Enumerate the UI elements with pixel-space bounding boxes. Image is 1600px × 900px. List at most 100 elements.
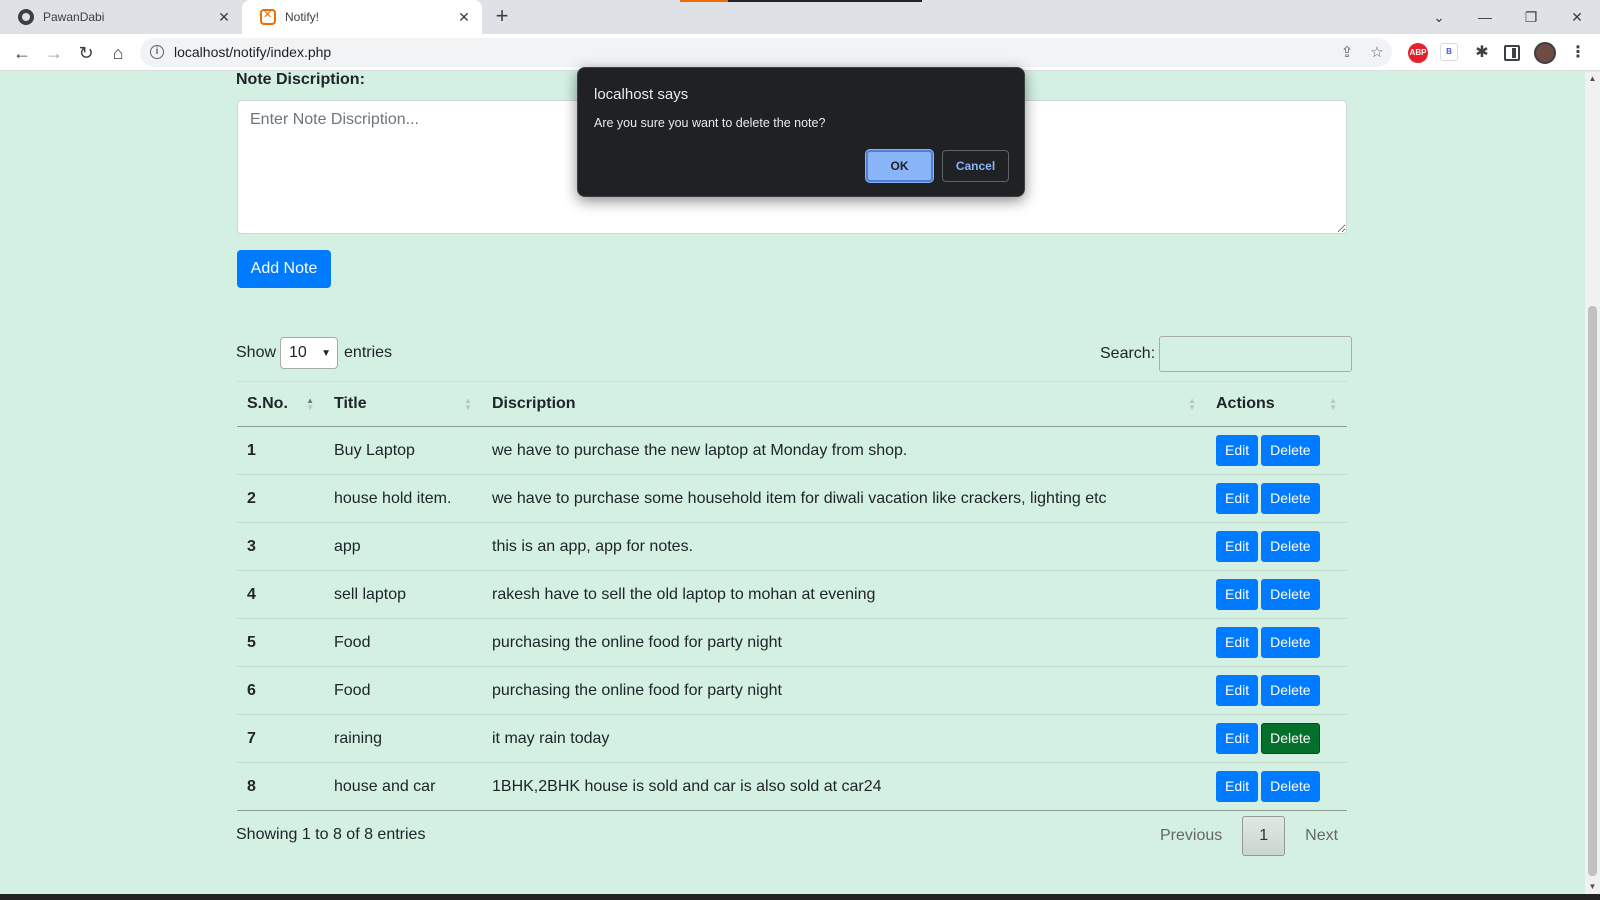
column-header-sno[interactable]: S.No. ▲ ▼ (237, 381, 324, 427)
edit-button[interactable]: Edit (1216, 675, 1259, 706)
profile-avatar[interactable] (1534, 42, 1556, 64)
row-description: rakesh have to sell the old laptop to mo… (482, 570, 1206, 619)
column-header-description[interactable]: Discription ▲ ▼ (482, 381, 1206, 427)
edit-button[interactable]: Edit (1216, 723, 1259, 754)
home-icon[interactable]: ⌂ (104, 39, 132, 67)
edit-button[interactable]: Edit (1216, 627, 1259, 658)
back-arrow-icon[interactable]: ← (8, 39, 36, 67)
row-title: sell laptop (324, 570, 482, 619)
delete-button[interactable]: Delete (1261, 579, 1320, 610)
confirm-dialog: localhost says Are you sure you want to … (577, 67, 1025, 197)
site-info-icon[interactable]: i (150, 45, 164, 59)
row-sno: 5 (237, 618, 324, 667)
side-panel-icon[interactable] (1504, 45, 1520, 61)
url-text: localhost/notify/index.php (174, 44, 332, 60)
dialog-cancel-button[interactable]: Cancel (942, 150, 1009, 182)
column-header-title[interactable]: Title ▲ ▼ (324, 381, 482, 427)
row-title: Buy Laptop (324, 426, 482, 475)
chevron-down-icon: ▼ (321, 347, 332, 359)
edit-button[interactable]: Edit (1216, 435, 1259, 466)
column-header-actions[interactable]: Actions ▲ ▼ (1206, 381, 1347, 427)
next-page-button[interactable]: Next (1289, 817, 1354, 855)
row-description: purchasing the online food for party nig… (482, 618, 1206, 667)
add-note-button[interactable]: Add Note (237, 250, 331, 288)
row-actions: Edit Delete (1206, 714, 1347, 763)
delete-button[interactable]: Delete (1261, 627, 1320, 658)
delete-button[interactable]: Delete (1261, 483, 1320, 514)
restore-icon[interactable]: ❐ (1516, 4, 1546, 30)
delete-button[interactable]: Delete (1261, 435, 1320, 466)
new-tab-plus-icon[interactable]: + (490, 5, 514, 29)
delete-button[interactable]: Delete (1261, 675, 1320, 706)
pagination: Previous 1 Next (1144, 816, 1354, 856)
edit-button[interactable]: Edit (1216, 771, 1259, 802)
row-description: purchasing the online food for party nig… (482, 666, 1206, 715)
github-icon (18, 9, 34, 25)
window-close-icon[interactable]: ✕ (1562, 4, 1592, 30)
row-actions: Edit Delete (1206, 474, 1347, 523)
scrollbar-thumb[interactable] (1588, 306, 1597, 876)
delete-button[interactable]: Delete (1261, 723, 1320, 754)
bookmark-star-icon[interactable]: ☆ (1366, 42, 1388, 64)
table-row: 1 Buy Laptop we have to purchase the new… (237, 426, 1347, 475)
edit-button[interactable]: Edit (1216, 531, 1259, 562)
delete-button[interactable]: Delete (1261, 771, 1320, 802)
entries-value: 10 (289, 344, 307, 361)
entries-per-page-select[interactable]: 10 ▼ (280, 337, 339, 369)
sort-arrows-icon: ▲ ▼ (306, 396, 314, 412)
note-description-label: Note Discription: (236, 71, 365, 88)
browser-tab-bar: PawanDabi ✕ Notify! ✕ + ⌄ — ❐ ✕ (0, 0, 1600, 34)
row-title: house and car (324, 762, 482, 811)
share-icon[interactable]: ⇪ (1336, 42, 1358, 64)
row-sno: 3 (237, 522, 324, 571)
delete-button[interactable]: Delete (1261, 531, 1320, 562)
row-actions: Edit Delete (1206, 522, 1347, 571)
edit-button[interactable]: Edit (1216, 483, 1259, 514)
row-actions: Edit Delete (1206, 426, 1347, 475)
table-row: 3 app this is an app, app for notes. Edi… (237, 522, 1347, 571)
extensions-puzzle-icon[interactable]: ✱ (1472, 43, 1492, 63)
table-row: 5 Food purchasing the online food for pa… (237, 618, 1347, 667)
row-title: Food (324, 666, 482, 715)
table-row: 6 Food purchasing the online food for pa… (237, 666, 1347, 715)
row-sno: 2 (237, 474, 324, 523)
minimize-icon[interactable]: — (1470, 4, 1500, 30)
sort-arrows-icon: ▲ ▼ (1188, 396, 1196, 412)
sort-arrows-icon: ▲ ▼ (464, 396, 472, 412)
show-label: Show (236, 344, 277, 361)
row-actions: Edit Delete (1206, 666, 1347, 715)
reload-icon[interactable]: ↻ (72, 39, 100, 67)
previous-page-button[interactable]: Previous (1144, 817, 1238, 855)
row-sno: 8 (237, 762, 324, 811)
close-icon[interactable]: ✕ (456, 9, 472, 25)
table-row: 7 raining it may rain today Edit Delete (237, 714, 1347, 763)
extension-b-icon[interactable]: B (1440, 43, 1458, 61)
tab-notify[interactable]: Notify! ✕ (242, 0, 482, 34)
sort-arrows-icon: ▲ ▼ (1329, 396, 1337, 412)
scroll-up-arrow-icon[interactable]: ▲ (1585, 72, 1600, 86)
loading-indicator (680, 0, 728, 2)
forward-arrow-icon[interactable]: → (40, 39, 68, 67)
page-1-button[interactable]: 1 (1242, 816, 1286, 856)
scroll-down-arrow-icon[interactable]: ▼ (1585, 880, 1600, 894)
tab-search-chevron-icon[interactable]: ⌄ (1424, 4, 1454, 30)
table-row: 2 house hold item. we have to purchase s… (237, 474, 1347, 523)
xampp-icon (260, 8, 276, 25)
tab-title: Notify! (285, 10, 320, 24)
close-icon[interactable]: ✕ (216, 9, 232, 25)
dialog-ok-button[interactable]: OK (866, 150, 933, 182)
row-title: app (324, 522, 482, 571)
page-length-control: Show 10 ▼ entries (236, 337, 392, 369)
row-sno: 7 (237, 714, 324, 763)
table-row: 8 house and car 1BHK,2BHK house is sold … (237, 762, 1347, 811)
search-input[interactable] (1159, 336, 1353, 372)
edit-button[interactable]: Edit (1216, 579, 1259, 610)
kebab-menu-icon[interactable]: ⋮ (1570, 43, 1586, 63)
address-bar[interactable]: i localhost/notify/index.php ⇪ ☆ (140, 38, 1392, 67)
row-sno: 4 (237, 570, 324, 619)
adblock-plus-icon[interactable]: ABP (1408, 43, 1428, 63)
page-scrollbar[interactable]: ▲ ▼ (1585, 72, 1600, 894)
row-description: 1BHK,2BHK house is sold and car is also … (482, 762, 1206, 811)
tab-pawandabi[interactable]: PawanDabi ✕ (0, 0, 242, 34)
table-header-row: S.No. ▲ ▼ Title ▲ ▼ Discription ▲ ▼ Actions… (237, 381, 1347, 427)
